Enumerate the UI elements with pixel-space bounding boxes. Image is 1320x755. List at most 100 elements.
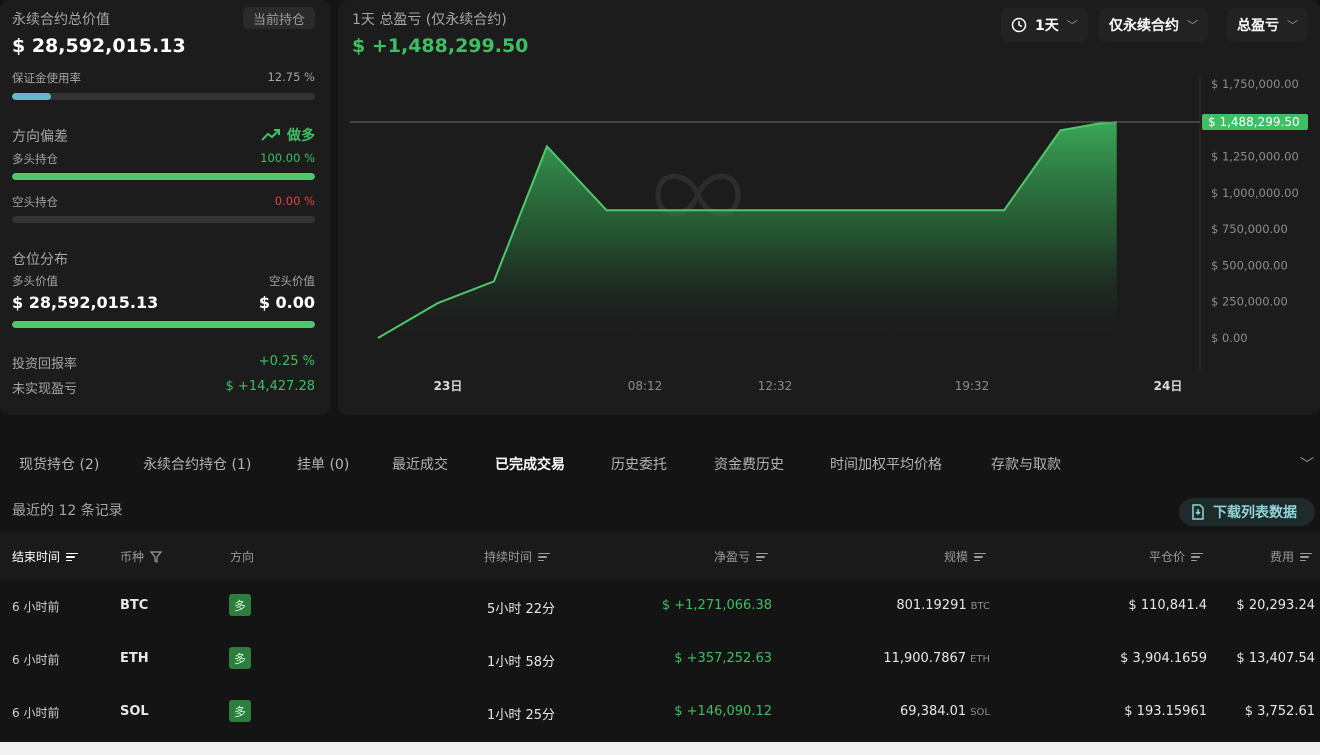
row-duration: 5小时 22分 [487, 602, 555, 617]
records-count: 最近的 12 条记录 [12, 503, 123, 519]
row-coin[interactable]: BTC [120, 598, 148, 613]
long-position-value: 100.00 % [260, 151, 315, 165]
row-close-price: $ 110,841.4 [1128, 598, 1207, 613]
col-net-pnl-label: 净盈亏 [714, 550, 751, 564]
col-coin-label: 币种 [120, 550, 145, 564]
x-tick-label: 08:12 [628, 379, 663, 393]
col-coin[interactable]: 币种 [120, 548, 163, 565]
short-position-value: 0.00 % [274, 194, 315, 208]
total-value: $ 28,592,015.13 [12, 35, 186, 57]
distribution-title: 仓位分布 [12, 252, 68, 268]
long-position-bar [12, 173, 315, 180]
x-tick-label: 24日 [1154, 379, 1183, 393]
direction-badge: 多 [229, 700, 251, 722]
row-fee: $ 3,752.61 [1244, 704, 1315, 719]
row-coin[interactable]: ETH [120, 651, 149, 666]
current-value-label: $ 1,488,299.50 [1208, 115, 1300, 129]
row-size: 11,900.7867 ETH [883, 651, 990, 666]
tab-completed-trades[interactable]: 已完成交易 [495, 454, 565, 474]
total-value-label: 永续合约总价值 [12, 12, 110, 28]
y-tick-label: $ 0.00 [1211, 331, 1248, 345]
sort-icon [756, 552, 769, 562]
col-size[interactable]: 规模 [944, 548, 987, 565]
tab-bar: 现货持仓 (2) 永续合约持仓 (1) 挂单 (0) 最近成交 已完成交易 历史… [0, 448, 1320, 480]
long-position-fill [12, 173, 315, 180]
distribution-bar [12, 321, 315, 328]
y-tick-label: $ 250,000.00 [1211, 295, 1288, 309]
table-row[interactable]: 6 小时前 BTC 多 5小时 22分 $ +1,271,066.38 801.… [0, 580, 1320, 633]
window-bottom-edge [0, 742, 1320, 755]
row-net-pnl: $ +146,090.12 [674, 704, 772, 719]
col-duration-label: 持续时间 [484, 550, 533, 564]
col-net-pnl[interactable]: 净盈亏 [714, 548, 769, 565]
col-direction: 方向 [230, 550, 255, 564]
tab-order-history[interactable]: 历史委托 [611, 454, 667, 474]
direction-badge: 多 [229, 594, 251, 616]
sort-icon [538, 552, 551, 562]
chevron-down-icon[interactable]: ﹀ [1300, 454, 1314, 474]
pnl-area [378, 122, 1117, 338]
row-size: 69,384.01 SOL [900, 704, 990, 719]
col-end-time-label: 结束时间 [12, 550, 61, 564]
table-row[interactable]: 6 小时前 SOL 多 1小时 25分 $ +146,090.12 69,384… [0, 686, 1320, 739]
sort-icon [974, 552, 987, 562]
tab-perp-positions[interactable]: 永续合约持仓 (1) [143, 454, 251, 474]
row-size-unit: BTC [970, 601, 990, 612]
margin-usage-label: 保证金使用率 [12, 71, 81, 85]
row-coin[interactable]: SOL [120, 704, 149, 719]
download-icon [1192, 504, 1204, 520]
short-value-label: 空头价值 [269, 274, 315, 288]
row-size-value: 69,384.01 [900, 704, 967, 719]
row-fee: $ 20,293.24 [1236, 598, 1315, 613]
table-row[interactable]: 6 小时前 ETH 多 1小时 58分 $ +357,252.63 11,900… [0, 633, 1320, 686]
logo-watermark [655, 173, 741, 217]
sort-icon [1191, 552, 1204, 562]
tab-open-orders[interactable]: 挂单 (0) [297, 454, 349, 474]
pnl-chart-card: 1天 总盈亏 (仅永续合约) $ +1,488,299.50 1天 ﹀ 仅永续合… [338, 0, 1320, 415]
tab-recent-fills[interactable]: 最近成交 [392, 454, 448, 474]
tab-funding-history[interactable]: 资金费历史 [714, 454, 784, 474]
short-position-label: 空头持仓 [12, 195, 58, 209]
x-tick-label: 23日 [434, 379, 463, 393]
tab-twap[interactable]: 时间加权平均价格 [830, 454, 942, 474]
bias-indicator: 做多 [261, 125, 315, 145]
trend-up-icon [261, 129, 280, 141]
x-tick-label: 12:32 [758, 379, 793, 393]
roi-value: +0.25 % [258, 354, 315, 369]
row-size-value: 11,900.7867 [883, 651, 967, 666]
col-close-price-label: 平仓价 [1149, 550, 1186, 564]
current-position-toggle[interactable]: 当前持仓 [243, 7, 315, 29]
download-label: 下载列表数据 [1213, 505, 1297, 521]
y-tick-label: $ 750,000.00 [1211, 222, 1288, 236]
col-duration[interactable]: 持续时间 [484, 548, 551, 565]
y-tick-label: $ 1,000,000.00 [1211, 186, 1299, 200]
roi-label: 投资回报率 [12, 357, 78, 372]
col-end-time[interactable]: 结束时间 [12, 548, 79, 565]
table-header: 结束时间 币种 方向 持续时间 净盈亏 规模 平仓价 费用 [0, 533, 1320, 579]
row-net-pnl: $ +357,252.63 [674, 651, 772, 666]
row-duration: 1小时 25分 [487, 708, 555, 723]
current-value-tag: $ 1,488,299.50 [1202, 113, 1308, 130]
bias-label: 方向偏差 [12, 129, 68, 145]
tab-deposits-withdrawals[interactable]: 存款与取款 [991, 454, 1061, 474]
filter-icon [150, 550, 163, 563]
col-fee-label: 费用 [1270, 550, 1295, 564]
long-value: $ 28,592,015.13 [12, 293, 159, 312]
distribution-fill [12, 321, 315, 328]
row-size-unit: ETH [970, 654, 990, 665]
row-end-time: 6 小时前 [12, 653, 60, 667]
col-fee[interactable]: 费用 [1270, 548, 1313, 565]
col-close-price[interactable]: 平仓价 [1149, 548, 1204, 565]
tab-spot-holdings[interactable]: 现货持仓 (2) [19, 454, 99, 474]
row-size: 801.19291 BTC [896, 598, 990, 613]
long-value-label: 多头价值 [12, 274, 58, 288]
short-position-bar [12, 216, 315, 223]
row-duration: 1小时 58分 [487, 655, 555, 670]
download-button[interactable]: 下载列表数据 [1179, 498, 1315, 526]
short-value: $ 0.00 [258, 293, 315, 312]
y-tick-label: $ 1,750,000.00 [1211, 77, 1299, 91]
row-close-price: $ 193.15961 [1124, 704, 1207, 719]
row-size-value: 801.19291 [896, 598, 967, 613]
direction-badge: 多 [229, 647, 251, 669]
row-size-unit: SOL [970, 707, 990, 718]
